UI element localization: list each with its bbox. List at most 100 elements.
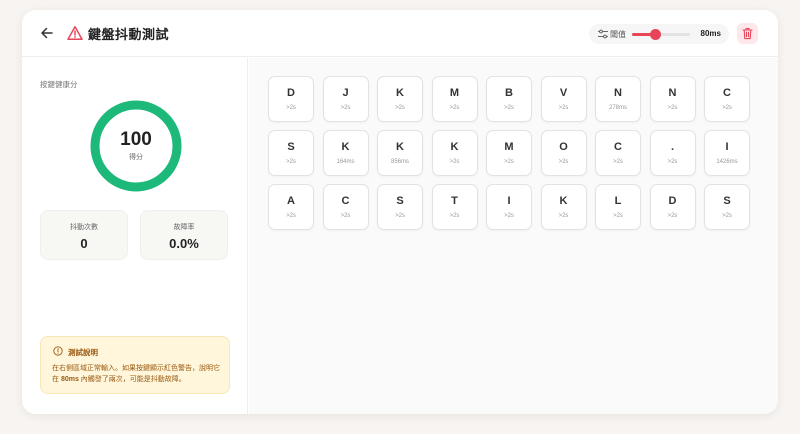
instructions-text: 在右側區域正常輸入。如果按鍵顯示紅色警告，說明它在 80ms 內觸發了兩次，可能… [52, 363, 224, 385]
warning-icon [67, 26, 83, 40]
threshold-slider-handle[interactable] [650, 29, 662, 40]
instructions-box: 測試說明 在右側區域正常輸入。如果按鍵顯示紅色警告，說明它在 80ms 內觸發了… [40, 336, 230, 394]
sidebar: 按鍵健康分 100 得分 抖動次數 0 故障率 0.0% 測試說明 在右側區域正… [22, 58, 248, 414]
key-tile[interactable]: M >2s [486, 130, 532, 176]
info-icon [53, 346, 63, 356]
key-tile[interactable]: I 1426ms [704, 130, 750, 176]
key-tile[interactable]: D >2s [268, 76, 314, 122]
key-tile[interactable]: O >2s [540, 130, 587, 176]
key-tile[interactable]: K >2s [431, 130, 478, 176]
key-label: M [504, 141, 514, 153]
key-tile[interactable]: I >2s [486, 184, 532, 230]
key-label: I [725, 141, 729, 153]
key-tile[interactable]: C >2s [322, 184, 369, 230]
key-label: . [670, 141, 675, 153]
key-tile[interactable]: L >2s [595, 184, 641, 230]
key-tile[interactable]: S >2s [377, 184, 423, 230]
key-interval: 164ms [336, 159, 355, 165]
key-interval: >2s [613, 159, 623, 165]
key-label: N [614, 87, 622, 99]
key-tile[interactable]: D >2s [649, 184, 696, 230]
key-interval: >2s [667, 105, 678, 111]
key-tile[interactable]: C >2s [704, 76, 750, 122]
instructions-title: 測試說明 [68, 348, 98, 357]
sliders-icon [598, 29, 608, 39]
key-label: D [668, 195, 677, 207]
key-label: S [396, 195, 404, 207]
key-interval: >2s [504, 213, 514, 219]
key-interval: >2s [667, 213, 678, 219]
key-interval: >2s [558, 105, 569, 111]
key-label: M [449, 87, 460, 99]
header: 鍵盤抖動測試 閾值 80ms [22, 10, 778, 57]
key-label: S [723, 195, 731, 207]
key-interval: >2s [613, 213, 623, 219]
key-label: O [559, 141, 568, 153]
key-tile[interactable]: A >2s [268, 184, 314, 230]
key-interval: >2s [558, 159, 569, 165]
failure-rate-value: 0.0% [169, 236, 199, 251]
key-grid: D >2s J >2s K >2s M >2s B >2s V >2s N 278ms N >2s C >2s S >… [268, 76, 750, 230]
key-tile[interactable]: N >2s [649, 76, 696, 122]
key-tile[interactable]: K 164ms [322, 130, 369, 176]
key-interval: 856ms [390, 159, 409, 165]
key-label: C [723, 87, 731, 99]
threshold-value: 80ms [700, 29, 721, 38]
key-tile[interactable]: S >2s [704, 184, 750, 230]
key-interval: >2s [449, 105, 460, 111]
key-tile[interactable]: K >2s [377, 76, 423, 122]
key-interval: >2s [504, 105, 514, 111]
key-tile[interactable]: N 278ms [595, 76, 641, 122]
key-interval: >2s [722, 105, 732, 111]
key-interval: >2s [286, 159, 296, 165]
key-label: V [559, 87, 568, 99]
key-interval: >2s [667, 159, 678, 165]
key-tile[interactable]: J >2s [322, 76, 369, 122]
key-label: B [505, 87, 513, 99]
key-tile[interactable]: B >2s [486, 76, 532, 122]
key-label: I [507, 195, 511, 207]
key-label: S [287, 141, 295, 153]
key-label: D [287, 87, 295, 99]
key-tile[interactable]: T >2s [431, 184, 478, 230]
key-tile[interactable]: K >2s [540, 184, 587, 230]
key-tile[interactable]: C >2s [595, 130, 641, 176]
key-tile[interactable]: M >2s [431, 76, 478, 122]
key-interval: >2s [449, 213, 460, 219]
key-tile[interactable]: . >2s [649, 130, 696, 176]
threshold-control: 閾值 80ms [589, 24, 729, 44]
health-score-label: 得分 [129, 154, 143, 161]
app-window: 鍵盤抖動測試 閾值 80ms 按鍵健康分 100 得分 抖動次數 0 故障率 0… [22, 10, 778, 414]
key-tile[interactable]: S >2s [268, 130, 314, 176]
health-section-label: 按鍵健康分 [40, 80, 78, 89]
key-label: T [451, 195, 458, 207]
key-interval: 278ms [608, 105, 627, 111]
key-interval: >2s [395, 105, 405, 111]
key-label: K [396, 87, 404, 99]
key-tile[interactable]: V >2s [540, 76, 587, 122]
threshold-slider[interactable] [632, 29, 690, 40]
failure-rate-label: 故障率 [173, 224, 195, 231]
bounce-count-label: 抖動次數 [70, 224, 98, 231]
key-interval: >2s [395, 213, 405, 219]
key-test-area[interactable]: D >2s J >2s K >2s M >2s B >2s V >2s N 278ms N >2s C >2s S >… [249, 58, 778, 414]
key-interval: >2s [504, 159, 514, 165]
bounce-count-value: 0 [80, 236, 88, 251]
instructions-text-end: 內觸發了兩次，可能是抖動故障。 [78, 376, 186, 383]
key-label: N [668, 87, 677, 99]
threshold-label: 閾值 [610, 30, 626, 39]
key-interval: >2s [722, 213, 732, 219]
key-tile[interactable]: K 856ms [377, 130, 423, 176]
key-label: K [450, 141, 459, 153]
failure-rate-card: 故障率 0.0% [140, 210, 228, 260]
key-label: K [341, 141, 350, 153]
key-label: K [396, 141, 404, 153]
key-label: C [341, 195, 350, 207]
page-title: 鍵盤抖動測試 [88, 27, 170, 42]
clear-button[interactable] [737, 23, 758, 44]
back-arrow-icon[interactable] [39, 25, 55, 41]
key-label: A [287, 195, 295, 207]
health-score-value: 100 [120, 129, 152, 150]
instructions-threshold: 80ms [60, 376, 79, 383]
key-interval: >2s [449, 159, 460, 165]
